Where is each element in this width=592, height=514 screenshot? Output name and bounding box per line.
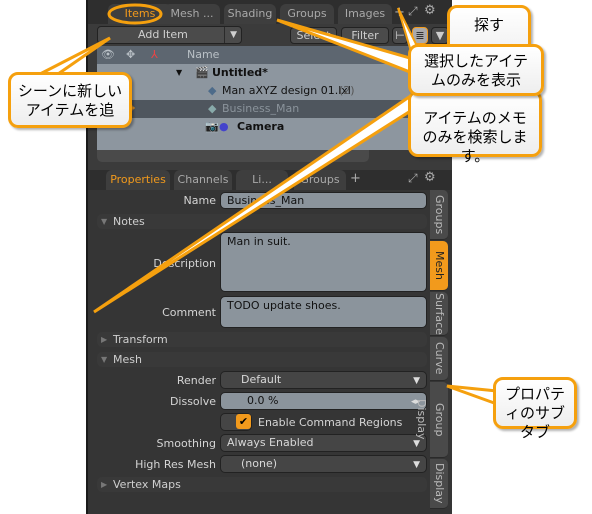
items-tab-highlight <box>107 3 163 25</box>
callout-subtabs: プロパティのサブタブ <box>493 377 577 441</box>
pointer-subtabs <box>446 384 499 407</box>
pointer-selected-only <box>276 18 412 75</box>
pointer-notes-search <box>93 92 414 314</box>
callout-notes-search: アイテムのメモのみを検索します。 <box>408 90 542 165</box>
callout-selected-only: 選択したアイテムのみを表示 <box>408 44 544 96</box>
pointer-search <box>397 7 420 49</box>
pointer-add-item <box>39 36 111 76</box>
callout-add-item: シーンに新しいアイテムを追 <box>8 72 132 128</box>
